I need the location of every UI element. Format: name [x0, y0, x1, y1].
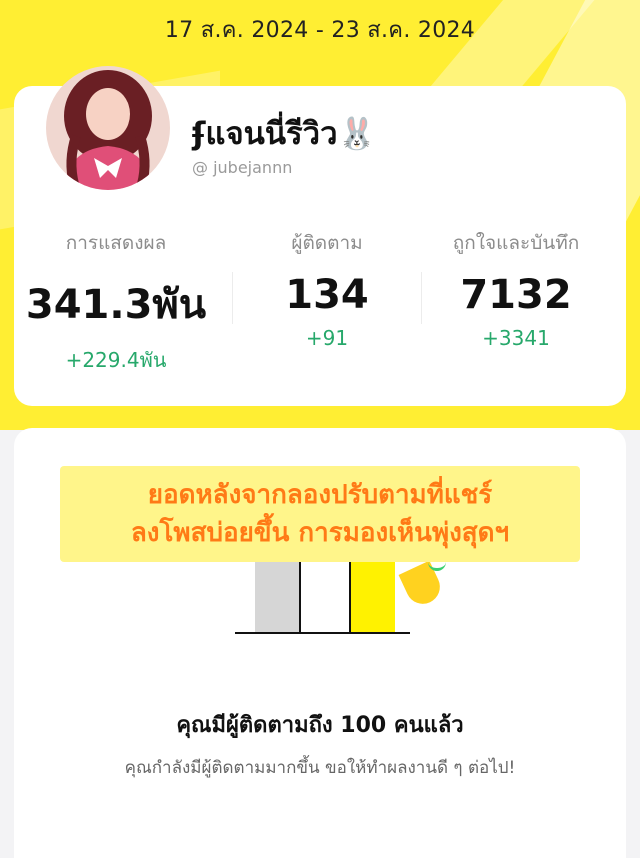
caption-line: ยอดหลังจากลองปรับตามที่แชร์ [147, 480, 493, 510]
date-range: 17 ส.ค. 2024 - 23 ส.ค. 2024 [164, 18, 476, 43]
illustration-bar [299, 552, 351, 632]
stat-label: ถูกใจและบันทึก [452, 232, 580, 254]
illustration-bar [349, 552, 395, 632]
caption-banner: ยอดหลังจากลองปรับตามที่แชร์ ลงโพสบ่อยขึ้… [60, 466, 580, 562]
milestone-subtitle: คุณกำลังมีผู้ติดตามมากขึ้น ขอให้ทำผลงานด… [124, 758, 516, 778]
stat-delta: +91 [305, 326, 349, 350]
profile-name: ʄแจนนี่รีวิว🐰 [192, 116, 377, 152]
profile-handle: @ jubejannn [192, 158, 293, 177]
stat-likes-saves: ถูกใจและบันทึก 7132 +3341 [416, 228, 616, 350]
stat-value: 134 [285, 272, 369, 318]
illustration-baseline [235, 632, 410, 634]
stat-value: 7132 [460, 272, 572, 318]
illustration-bar [255, 552, 299, 632]
stat-impressions: การแสดงผล 341.3พัน +229.4พัน [16, 228, 216, 376]
caption-line: ลงโพสบ่อยขึ้น การมองเห็นพุ่งสุดฯ [130, 518, 510, 548]
avatar-photo [46, 66, 170, 190]
stat-label: ผู้ติดตาม [291, 232, 363, 254]
stat-delta: +229.4พัน [65, 348, 167, 372]
stat-followers: ผู้ติดตาม 134 +91 [227, 228, 427, 350]
stat-delta: +3341 [482, 326, 550, 350]
milestone-title: คุณมีผู้ติดตามถึง 100 คนแล้ว [176, 713, 464, 738]
stat-value: 341.3พัน [25, 282, 207, 328]
avatar[interactable] [46, 66, 170, 190]
stat-label: การแสดงผล [65, 232, 167, 254]
